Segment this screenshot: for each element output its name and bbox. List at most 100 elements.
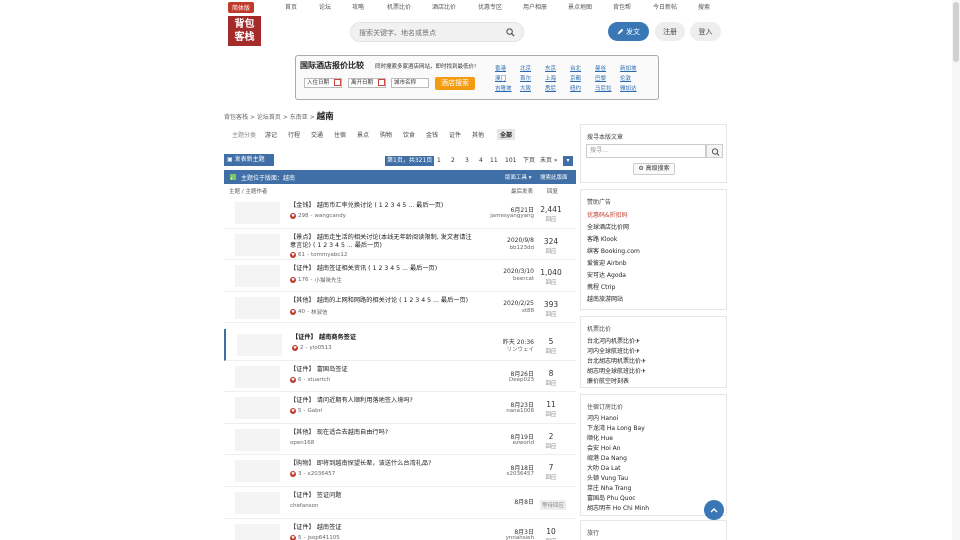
next-page-link[interactable]: 下页 [523, 156, 535, 166]
sidebar-hotel-link[interactable]: 岘港 Da Nang [587, 453, 627, 462]
thread-author[interactable]: 小猫咪先生 [315, 276, 343, 284]
city-link[interactable]: 北京 [520, 64, 531, 72]
category-tab[interactable]: 行程 [288, 130, 300, 139]
category-tab[interactable]: 金钱 [426, 130, 438, 139]
thread-last-user[interactable]: リンウェイ [506, 345, 534, 353]
table-row[interactable]: 【金钱】 越南币汇率兑换讨论 ( 1 2 3 4 5 ... 最后一页) ♥ 29… [224, 197, 576, 229]
advanced-search-button[interactable]: ⚙ 高级搜索 [633, 163, 675, 175]
sidebar-hotel-link[interactable]: 会安 Hoi An [587, 443, 621, 452]
table-row[interactable]: 【证件】 富国岛签证 ♥ 6- stuartch 8月26日 Deep023 8 回… [224, 361, 576, 393]
thread-last-user[interactable]: ezworld [513, 440, 534, 446]
city-link[interactable]: 大阪 [520, 84, 531, 92]
breadcrumb-item[interactable]: 背包客栈 [224, 114, 248, 121]
table-row[interactable]: 【证件】 越南签证相关资讯 ( 1 2 3 4 5 ... 最后一页) ♥ 176… [224, 260, 576, 292]
login-button[interactable]: 登入 [690, 22, 721, 41]
nav-item-map[interactable]: 景点地图 [568, 2, 592, 11]
thread-last-user[interactable]: jamesyangyang [490, 213, 534, 219]
table-row[interactable]: 【购物】 即将到越南探望长辈，该送什么台湾礼品? ♥ 3- x2036457 8月1… [224, 455, 576, 487]
nav-item-deals[interactable]: 优惠专区 [478, 2, 502, 11]
thread-title[interactable]: 【购物】 即将到越南探望长辈，该送什么台湾礼品? [290, 460, 475, 468]
city-field[interactable]: 城市名称 [391, 78, 429, 88]
city-link[interactable]: 吉隆坡 [495, 84, 512, 92]
nav-item-guide[interactable]: 攻略 [352, 2, 364, 11]
sidebar-flight-link[interactable]: 河内全球航班比价✈ [587, 346, 640, 355]
sidebar-flight-link[interactable]: 台北胡志明机票比价✈ [587, 356, 646, 365]
page-scrollbar[interactable] [952, 0, 960, 540]
sidebar-hotel-link[interactable]: 胡志明市 Ho Chi Minh [587, 503, 649, 512]
page-link[interactable]: 3 [465, 156, 469, 166]
sidebar-search-button[interactable] [706, 144, 723, 158]
sidebar-ad-link[interactable]: 全球酒店比价网 [587, 222, 629, 231]
post-button[interactable]: 发文 [608, 22, 649, 41]
last-page-link[interactable]: 末页 » [540, 156, 558, 166]
site-logo[interactable]: 背包 客栈 [228, 16, 261, 46]
back-to-top-button[interactable] [704, 500, 724, 520]
site-search-input[interactable] [359, 27, 504, 38]
thread-author[interactable]: jsop641105 [308, 535, 340, 540]
page-link[interactable]: 101 [505, 156, 516, 166]
thread-author[interactable]: wangcandy [315, 213, 346, 219]
thread-title[interactable]: 【证件】 富国岛签证 [290, 366, 475, 374]
thread-author[interactable]: stuartch [308, 377, 331, 383]
forum-search-link[interactable]: 搜索此版面 [540, 173, 568, 181]
nav-item-new-posts[interactable]: 今日新帖 [653, 2, 677, 11]
sidebar-ad-link[interactable]: 安可达 Agoda [587, 270, 626, 279]
nav-item-hotels[interactable]: 酒店比价 [432, 2, 456, 11]
thread-author[interactable]: chefanson [290, 503, 318, 509]
city-link[interactable]: 台北 [570, 64, 581, 72]
thread-title[interactable]: 【证件】 越南商务签证 [292, 334, 477, 342]
thread-title[interactable]: 【证件】 越南签证相关资讯 ( 1 2 3 4 5 ... 最后一页) [290, 265, 475, 273]
search-icon[interactable] [506, 28, 515, 37]
thread-title[interactable]: 【其他】 现在适合去越南自由行吗? [290, 429, 475, 437]
city-link[interactable]: 曼谷 [595, 64, 606, 72]
sidebar-hotel-link[interactable]: 富国岛 Phu Quoc [587, 493, 636, 502]
scrollbar-thumb[interactable] [953, 2, 959, 62]
city-link[interactable]: 京都 [570, 74, 581, 82]
sidebar-hotel-link[interactable]: 下龙湾 Ha Long Bay [587, 423, 645, 432]
category-tab[interactable]: 景点 [357, 130, 369, 139]
sidebar-flight-link[interactable]: 台北河内机票比价✈ [587, 336, 640, 345]
hotel-search-button[interactable]: 酒店搜索 [435, 77, 475, 90]
thread-author[interactable]: Gabri [308, 408, 323, 414]
city-link[interactable]: 伦敦 [620, 74, 631, 82]
thread-author[interactable]: open168 [290, 440, 314, 446]
table-row[interactable]: 【证件】 越南签证 ♥ 5- jsop641105 8月3日 ynnahsieh 1… [224, 519, 576, 540]
nav-item-albums[interactable]: 用户相册 [523, 2, 547, 11]
table-row[interactable]: 【证件】 越南商务签证 ♥ 2- yio0513 昨天 20:36 リンウェイ 5 … [224, 329, 576, 361]
table-row[interactable]: 【景点】 越南走生活的相关讨论(本线无年龄阅读限制, 发文者请注意言论) ( 1… [224, 229, 576, 261]
sidebar-hotel-link[interactable]: 顺化 Hue [587, 433, 613, 442]
nav-item-help[interactable]: 背包帮 [613, 2, 631, 11]
sidebar-search-input[interactable]: 搜寻… [586, 144, 706, 158]
thread-title[interactable]: 【证件】 请问近期有人顺利用落地签入境吗? [290, 397, 475, 405]
page-link[interactable]: 1 [437, 156, 441, 166]
nav-item-home[interactable]: 首页 [285, 2, 297, 11]
thread-author[interactable]: x2036457 [308, 471, 336, 477]
nav-item-flights[interactable]: 机票比价 [387, 2, 411, 11]
thread-last-user[interactable]: beercat [513, 276, 534, 282]
thread-last-user[interactable]: nana1008 [506, 408, 534, 414]
thread-author[interactable]: yio0513 [310, 345, 332, 351]
city-link[interactable]: 首尔 [520, 74, 531, 82]
category-tab[interactable]: 住宿 [334, 130, 346, 139]
sidebar-ad-link[interactable]: 越南旅游网站 [587, 294, 623, 303]
city-link[interactable]: 香港 [495, 64, 506, 72]
city-link[interactable]: 雅加达 [620, 84, 637, 92]
thread-author[interactable]: 林淑信 [311, 308, 328, 316]
sidebar-hotel-link[interactable]: 大叻 Da Lat [587, 463, 620, 472]
sidebar-ad-link[interactable]: 优惠码&折扣码 [587, 210, 628, 219]
sidebar-ad-link[interactable]: 携程 Ctrip [587, 282, 615, 291]
thread-author[interactable]: tommyabc12 [311, 252, 347, 258]
breadcrumb-item[interactable]: 东南亚 [290, 114, 308, 121]
city-link[interactable]: 新加坡 [620, 64, 637, 72]
city-link[interactable]: 东京 [545, 64, 556, 72]
calendar-icon[interactable] [378, 79, 385, 86]
forum-tools-link[interactable]: 版面工具 ▾ [505, 173, 532, 181]
sidebar-ad-link[interactable]: 客路 Klook [587, 234, 617, 243]
thread-last-user[interactable]: st88 [522, 308, 534, 314]
simplified-chinese-badge[interactable]: 简体版 [228, 2, 255, 13]
thread-title[interactable]: 【证件】 越南签证 [290, 524, 475, 532]
rss-icon[interactable] [230, 174, 236, 180]
sidebar-flight-link[interactable]: 胡志明全球航班比价✈ [587, 366, 646, 375]
thread-last-user[interactable]: Deep023 [509, 377, 534, 383]
category-tab[interactable]: 购物 [380, 130, 392, 139]
